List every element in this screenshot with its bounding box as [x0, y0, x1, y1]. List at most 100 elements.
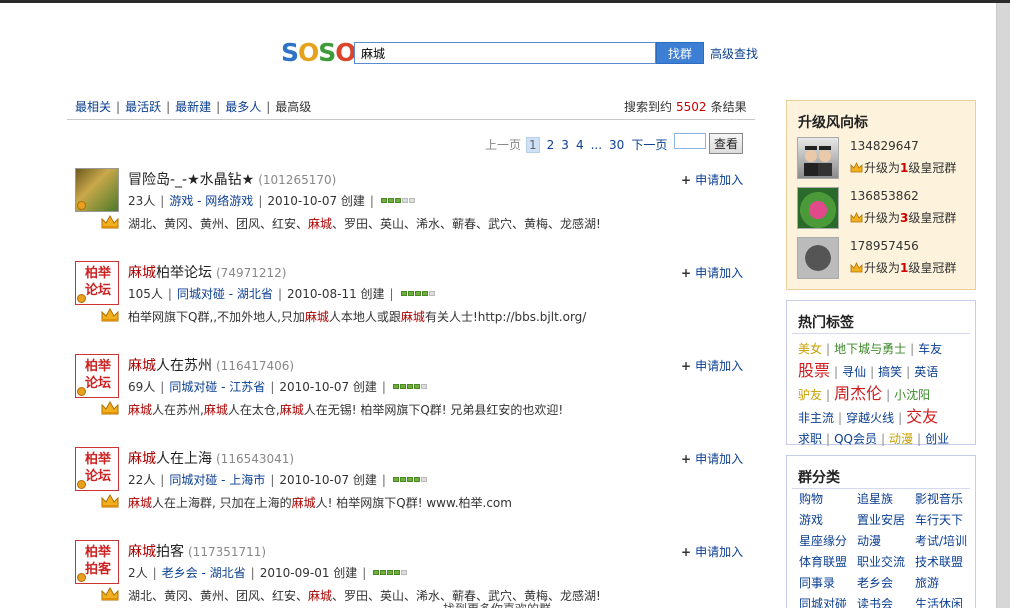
page-jump-input[interactable] [674, 133, 706, 149]
category-link[interactable]: 技术联盟 [915, 554, 975, 571]
category-link[interactable]: 购物 [799, 491, 857, 508]
advanced-search-link[interactable]: 高级查找 [710, 45, 758, 62]
result-title[interactable]: 麻城拍客 (117351711) [128, 541, 266, 561]
category-link[interactable]: 追星族 [857, 491, 915, 508]
apply-join-label[interactable]: 申请加入 [695, 359, 743, 373]
hot-tag-link[interactable]: 车友 [918, 342, 942, 356]
title-text[interactable]: 柏举论坛 [156, 265, 212, 281]
title-text[interactable]: 冒险岛-_-★水晶钻★ [128, 172, 254, 188]
result-title[interactable]: 冒险岛-_-★水晶钻★ (101265170) [128, 169, 336, 189]
category-link[interactable]: 同城对碰 [799, 596, 857, 608]
sort-tab-highest-level[interactable]: 最高级 [275, 100, 311, 114]
upgrade-item[interactable]: 178957456 升级为1级皇冠群 [797, 237, 972, 279]
group-avatar[interactable] [797, 237, 839, 279]
hot-tag-link[interactable]: 地下城与勇士 [834, 342, 906, 356]
upgrade-group-id[interactable]: 134829647 [850, 139, 919, 153]
pager-next[interactable]: 下一页 [631, 136, 667, 153]
upgrade-group-id[interactable]: 136853862 [850, 189, 919, 203]
apply-join-button[interactable]: + 申请加入 [681, 171, 743, 188]
title-highlight[interactable]: 麻城 [128, 451, 156, 467]
hot-tag-link[interactable]: 寻仙 [842, 365, 866, 379]
category-link[interactable]: 同事录 [799, 575, 857, 592]
hot-tag-link[interactable]: 非主流 [798, 411, 834, 425]
hot-tag-link[interactable]: 股票 [798, 361, 830, 380]
title-highlight[interactable]: 麻城 [128, 544, 156, 560]
title-highlight[interactable]: 麻城 [128, 358, 156, 374]
category-link[interactable]: 星座缘分 [799, 533, 857, 550]
category-link[interactable]: 同城对碰 [169, 471, 217, 488]
hot-tag-link[interactable]: 穿越火线 [846, 411, 894, 425]
group-avatar[interactable] [75, 168, 119, 212]
category-link[interactable]: 置业安居 [857, 512, 915, 529]
title-text[interactable]: 拍客 [156, 544, 184, 560]
page-jump-button[interactable]: 查看 [709, 133, 743, 154]
soso-logo[interactable]: SOSO [281, 38, 357, 67]
sort-tab-newest[interactable]: 最新建 [175, 100, 211, 114]
search-button[interactable]: 找群 [656, 42, 704, 64]
apply-join-button[interactable]: + 申请加入 [681, 543, 743, 560]
pager-page-2[interactable]: 2 [547, 138, 555, 152]
hot-tag-link[interactable]: 交友 [906, 407, 938, 426]
upgrade-item[interactable]: 136853862 升级为3级皇冠群 [797, 187, 972, 229]
category-link[interactable]: 车行天下 [915, 512, 975, 529]
category-link[interactable]: 游戏 [799, 512, 857, 529]
category-link[interactable]: 考试/培训 [915, 533, 975, 550]
vertical-scrollbar[interactable] [996, 3, 1010, 608]
apply-join-button[interactable]: + 申请加入 [681, 357, 743, 374]
group-avatar[interactable] [797, 187, 839, 229]
group-avatar[interactable] [797, 137, 839, 179]
hot-tag-link[interactable]: 驴友 [798, 388, 822, 402]
upgrade-item[interactable]: 134829647 升级为1级皇冠群 [797, 137, 972, 179]
category-link[interactable]: 老乡会 [162, 564, 198, 581]
pager-page-3[interactable]: 3 [561, 138, 569, 152]
sort-tab-relevance[interactable]: 最相关 [75, 100, 111, 114]
category-link[interactable]: 动漫 [857, 533, 915, 550]
pager-last-page[interactable]: 30 [609, 138, 624, 152]
hot-tag-link[interactable]: 美女 [798, 342, 822, 356]
subcategory-link[interactable]: - 湖北省 [198, 564, 246, 581]
sort-tab-active[interactable]: 最活跃 [125, 100, 161, 114]
search-input[interactable] [355, 43, 655, 63]
result-title[interactable]: 麻城柏举论坛 (74971212) [128, 262, 286, 282]
upgrade-group-id[interactable]: 178957456 [850, 239, 919, 253]
apply-join-label[interactable]: 申请加入 [695, 452, 743, 466]
apply-join-label[interactable]: 申请加入 [695, 173, 743, 187]
category-link[interactable]: 游戏 [169, 192, 193, 209]
sort-tab-most-members[interactable]: 最多人 [225, 100, 261, 114]
title-text[interactable]: 人在苏州 [156, 358, 212, 374]
search-box[interactable] [354, 42, 656, 64]
title-text[interactable]: 人在上海 [156, 451, 212, 467]
category-link[interactable]: 影视音乐 [915, 491, 975, 508]
hot-tag-link[interactable]: 周杰伦 [834, 384, 882, 403]
group-avatar[interactable]: 柏举 论坛 [75, 354, 119, 398]
subcategory-link[interactable]: - 湖北省 [225, 285, 273, 302]
title-highlight[interactable]: 麻城 [128, 265, 156, 281]
hot-tag-link[interactable]: QQ会员 [834, 432, 877, 446]
bottom-promo-text[interactable]: 找到更多你喜欢的群 [443, 600, 551, 608]
category-link[interactable]: 旅游 [915, 575, 975, 592]
category-link[interactable]: 生活休闲 [915, 596, 975, 608]
pager-page-4[interactable]: 4 [576, 138, 584, 152]
subcategory-link[interactable]: - 网络游戏 [193, 192, 253, 209]
hot-tag-link[interactable]: 求职 [798, 432, 822, 446]
category-link[interactable]: 同城对碰 [177, 285, 225, 302]
subcategory-link[interactable]: - 江苏省 [217, 378, 265, 395]
group-avatar[interactable]: 柏举 论坛 [75, 447, 119, 491]
apply-join-button[interactable]: + 申请加入 [681, 450, 743, 467]
hot-tag-link[interactable]: 创业 [925, 432, 949, 446]
result-title[interactable]: 麻城人在苏州 (116417406) [128, 355, 294, 375]
hot-tag-link[interactable]: 英语 [914, 365, 938, 379]
apply-join-label[interactable]: 申请加入 [695, 545, 743, 559]
category-link[interactable]: 读书会 [857, 596, 915, 608]
category-link[interactable]: 体育联盟 [799, 554, 857, 571]
hot-tag-link[interactable]: 小沈阳 [894, 388, 930, 402]
apply-join-label[interactable]: 申请加入 [695, 266, 743, 280]
category-link[interactable]: 职业交流 [857, 554, 915, 571]
group-avatar[interactable]: 柏举 论坛 [75, 261, 119, 305]
hot-tag-link[interactable]: 搞笑 [878, 365, 902, 379]
hot-tag-link[interactable]: 动漫 [889, 432, 913, 446]
subcategory-link[interactable]: - 上海市 [217, 471, 265, 488]
category-link[interactable]: 老乡会 [857, 575, 915, 592]
apply-join-button[interactable]: + 申请加入 [681, 264, 743, 281]
category-link[interactable]: 同城对碰 [169, 378, 217, 395]
